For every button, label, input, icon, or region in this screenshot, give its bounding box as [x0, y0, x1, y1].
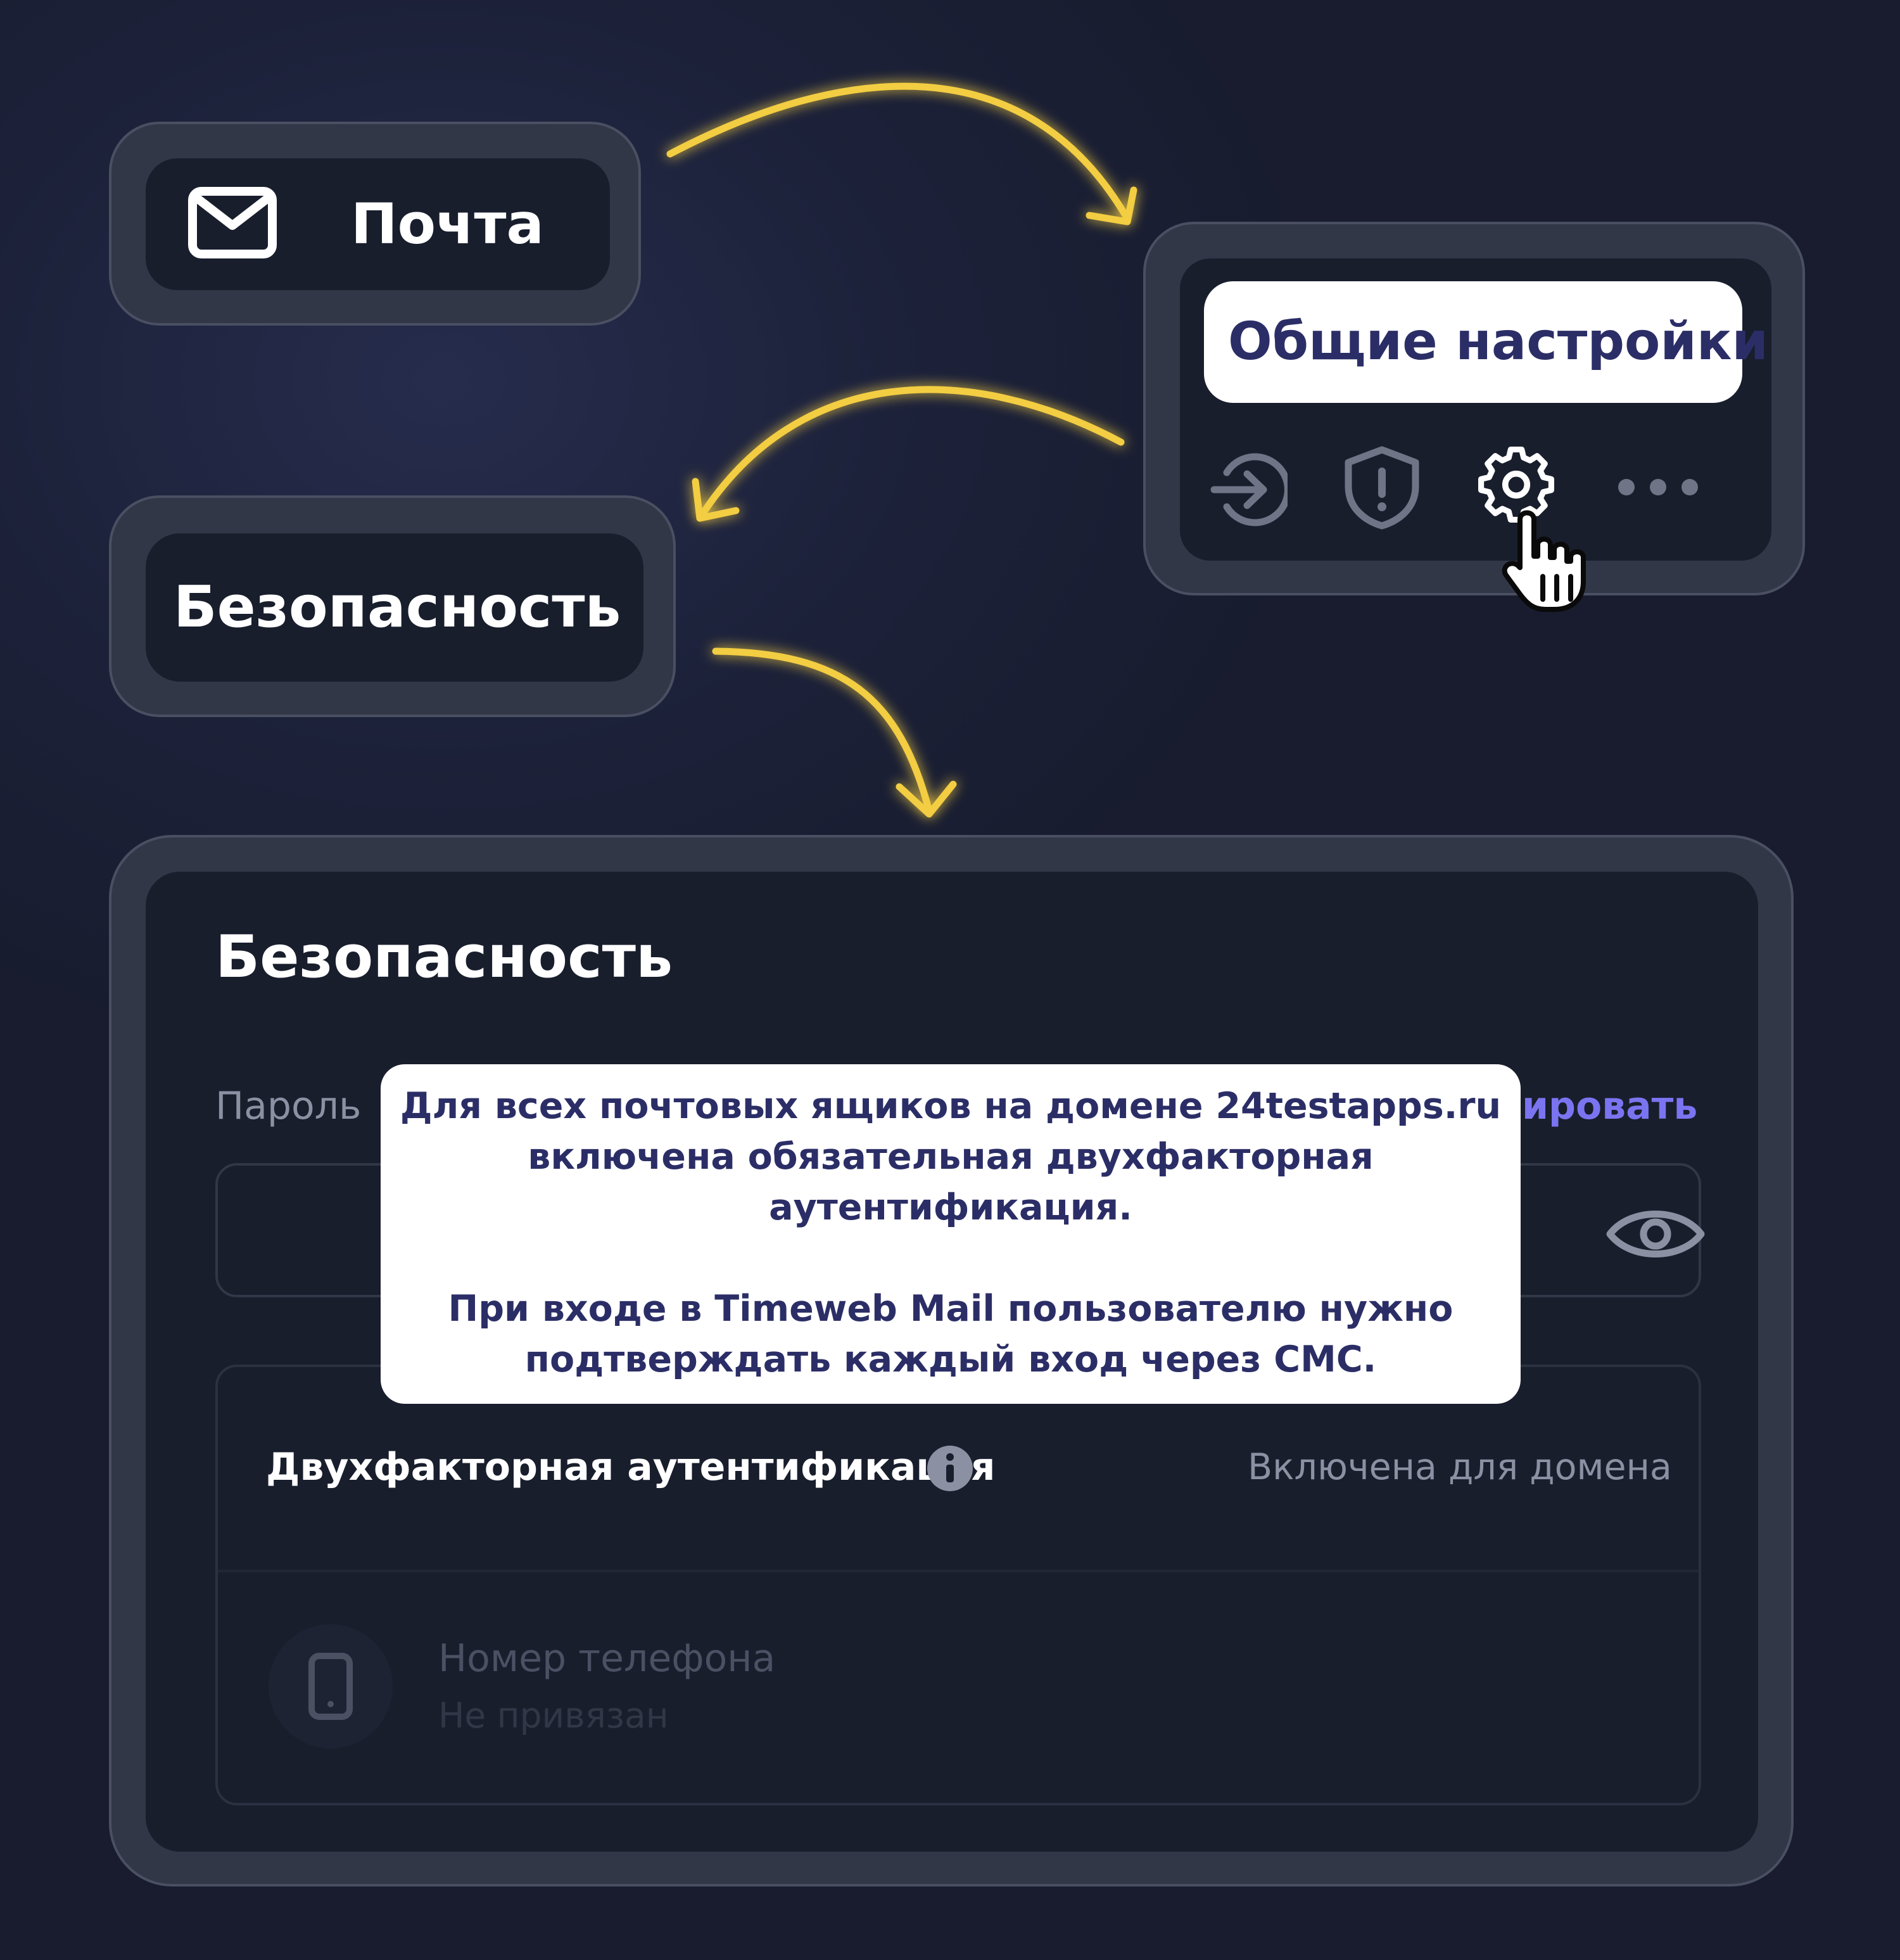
mail-icon	[188, 187, 277, 258]
arrow-icon	[712, 647, 957, 818]
phone-subtitle: Не привязан	[438, 1695, 669, 1736]
tooltip-line: Для всех почтовых ящиков на домене 24tes…	[400, 1085, 1502, 1127]
phone-icon	[308, 1653, 353, 1720]
login-icon[interactable]	[1205, 449, 1288, 531]
shield-alert-icon[interactable]	[1341, 445, 1423, 530]
tooltip-line: подтверждать каждый вход через СМС.	[524, 1339, 1377, 1380]
general-settings-pill[interactable]: Общие настройки	[1204, 281, 1768, 403]
hand-cursor-icon	[1502, 510, 1586, 612]
arrow-icon	[666, 82, 1137, 226]
two-factor-status: Включена для домена	[1248, 1446, 1672, 1488]
tooltip-line: При входе в Timeweb Mail пользователю ну…	[448, 1288, 1454, 1330]
settings-step-frame: Общие настройки	[1143, 222, 1805, 595]
tooltip-line: аутентификация.	[769, 1187, 1132, 1228]
security-step-label: Безопасность	[174, 574, 621, 640]
password-label: Пароль	[215, 1084, 362, 1128]
phone-avatar	[269, 1624, 393, 1748]
two-factor-tooltip: Для всех почтовых ящиков на домене 24tes…	[381, 1064, 1521, 1404]
more-icon[interactable]	[1617, 478, 1699, 497]
settings-step: Общие настройки	[1180, 258, 1771, 561]
mail-step-frame: Почта	[109, 122, 641, 326]
arrow-icon	[692, 386, 1125, 522]
security-step[interactable]: Безопасность	[146, 533, 643, 682]
two-factor-label: Двухфакторная аутентификация	[266, 1445, 996, 1489]
phone-title: Номер телефона	[438, 1636, 776, 1681]
general-settings-label: Общие настройки	[1228, 312, 1768, 372]
two-factor-card: Двухфакторная аутентификация Включена дл…	[215, 1365, 1701, 1805]
info-icon[interactable]	[926, 1444, 974, 1492]
tooltip-line: включена обязательная двухфакторная	[528, 1136, 1374, 1178]
panel-title: Безопасность	[215, 923, 673, 991]
card-divider	[218, 1570, 1699, 1572]
mail-label: Почта	[351, 191, 544, 257]
security-step-frame: Безопасность	[109, 495, 676, 717]
eye-icon[interactable]	[1605, 1204, 1706, 1264]
mail-step[interactable]: Почта	[146, 158, 610, 290]
edit-password-link[interactable]: рировать	[1495, 1081, 1697, 1131]
